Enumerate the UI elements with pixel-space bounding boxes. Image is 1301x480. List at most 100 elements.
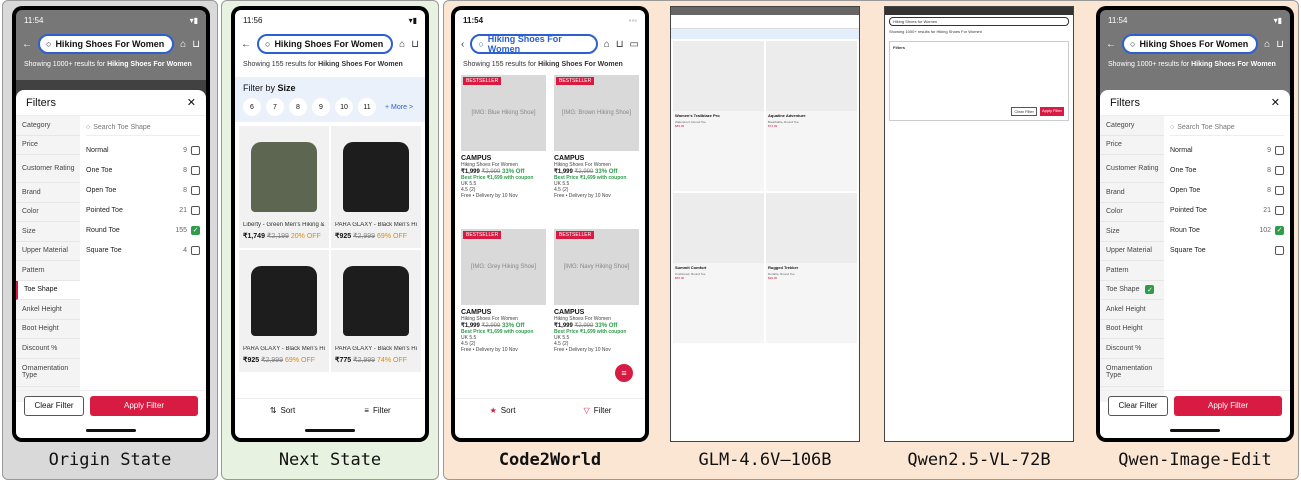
- cart-icon[interactable]: ⊔: [616, 39, 624, 50]
- glm-card[interactable]: Rugged Trekker Durable, Round Toe $99.00: [766, 193, 857, 343]
- option-row[interactable]: Pointed Toe 21: [86, 200, 200, 220]
- option-row[interactable]: Roun Toe 102 ✓: [1170, 220, 1284, 240]
- size-chip[interactable]: 7: [266, 98, 284, 116]
- size-chip[interactable]: 9: [312, 98, 330, 116]
- category-item[interactable]: Color: [16, 203, 80, 222]
- category-item-active[interactable]: Toe Shape: [16, 280, 80, 300]
- size-chip[interactable]: 6: [243, 98, 261, 116]
- product-card[interactable]: BESTSELLER [IMG: Navy Hiking Shoe] CAMPUS…: [552, 229, 641, 379]
- category-item[interactable]: Customer Rating: [1100, 155, 1164, 183]
- sort-button[interactable]: ★ Sort: [455, 399, 550, 422]
- back-icon[interactable]: ←: [241, 39, 251, 50]
- category-item[interactable]: Customer Rating: [16, 155, 80, 183]
- category-item[interactable]: Toe Shape ✓: [1100, 281, 1164, 300]
- qvl-search-input[interactable]: Hiking Shoes for Women: [889, 17, 1069, 26]
- product-card[interactable]: PARA GLAXY - Black Men's Hiking... ₹775 ₹…: [331, 250, 421, 372]
- glm-card[interactable]: Summit Comfort Cushioned, Round Toe $65.00: [673, 193, 764, 343]
- category-item[interactable]: Ankel Height: [16, 300, 80, 320]
- checkbox[interactable]: [1275, 165, 1284, 175]
- category-item[interactable]: Discount %: [1100, 339, 1164, 359]
- category-item[interactable]: Pattern: [16, 261, 80, 281]
- apply-filter-button[interactable]: Apply Filter: [1174, 395, 1282, 416]
- checkbox[interactable]: [191, 185, 200, 195]
- qvl-apply-button[interactable]: Apply Filter: [1039, 107, 1064, 116]
- checkbox[interactable]: [1275, 185, 1284, 195]
- more-sizes-link[interactable]: + More >: [385, 104, 413, 111]
- option-row[interactable]: Normal 9: [86, 140, 200, 160]
- checkbox-checked[interactable]: ✓: [191, 225, 200, 235]
- toe-search-input[interactable]: ○ Search Toe Shape: [1170, 120, 1284, 136]
- product-card[interactable]: PARA GLAXY - Black Men's Hi... ₹925 ₹2,99…: [331, 126, 421, 248]
- checkbox[interactable]: [191, 245, 200, 255]
- back-icon[interactable]: ‹: [461, 39, 464, 50]
- chat-icon[interactable]: ▭: [630, 39, 639, 50]
- category-item[interactable]: Upper Material: [1100, 242, 1164, 261]
- category-item[interactable]: Price: [1100, 136, 1164, 155]
- search-input[interactable]: ○ Hiking Shoes For Women: [1122, 34, 1259, 54]
- checkbox[interactable]: [191, 165, 200, 175]
- glm-card[interactable]: Women's Trailblaze Pro Waterproof, Round …: [673, 41, 764, 191]
- category-item[interactable]: Ornamentation Type: [16, 359, 80, 387]
- product-card[interactable]: Liberty - Green Men's Hiking & Tr... ₹1,7…: [239, 126, 329, 248]
- option-row[interactable]: Normal 9: [1170, 140, 1284, 160]
- clear-filter-button[interactable]: Clear Filter: [24, 395, 84, 416]
- product-card[interactable]: PARA GLAXY - Black Men's Hiking... ₹925 ₹…: [239, 250, 329, 372]
- category-item[interactable]: Ankel Height: [1100, 300, 1164, 320]
- size-chip[interactable]: 10: [335, 98, 353, 116]
- home-icon[interactable]: ⌂: [399, 39, 405, 50]
- checkbox[interactable]: [191, 145, 200, 155]
- category-item[interactable]: Ornamentation Type: [1100, 359, 1164, 387]
- checkbox-checked[interactable]: ✓: [1275, 225, 1284, 235]
- home-icon[interactable]: ⌂: [1264, 39, 1270, 50]
- option-row[interactable]: One Toe 8: [86, 160, 200, 180]
- back-icon[interactable]: ←: [22, 39, 32, 50]
- category-item[interactable]: Size: [1100, 222, 1164, 242]
- checkbox[interactable]: [1275, 145, 1284, 155]
- clear-filter-button[interactable]: Clear Filter: [1108, 395, 1168, 416]
- toe-search-input[interactable]: ○ Search Toe Shape: [86, 120, 200, 136]
- option-row[interactable]: One Toe 8: [1170, 160, 1284, 180]
- checkbox[interactable]: [1275, 205, 1284, 215]
- filter-button[interactable]: ▽ Filter: [550, 399, 645, 422]
- category-item[interactable]: Upper Material: [16, 242, 80, 261]
- category-item[interactable]: Brand: [1100, 183, 1164, 203]
- close-icon[interactable]: ✕: [187, 96, 196, 109]
- product-card[interactable]: BESTSELLER [IMG: Blue Hiking Shoe] CAMPUS…: [459, 75, 548, 225]
- home-icon[interactable]: ⌂: [180, 39, 186, 50]
- size-chip[interactable]: 8: [289, 98, 307, 116]
- category-item[interactable]: Pattern: [1100, 261, 1164, 281]
- category-item[interactable]: Color: [1100, 203, 1164, 222]
- category-item[interactable]: Price: [16, 136, 80, 155]
- cart-icon[interactable]: ⊔: [1276, 39, 1284, 50]
- search-input[interactable]: ○ Hiking Shoes For Women: [257, 34, 394, 54]
- close-icon[interactable]: ✕: [1271, 96, 1280, 109]
- category-item[interactable]: Size: [16, 222, 80, 242]
- glm-card[interactable]: Aqualine Adventure Breathable, Round Toe $…: [766, 41, 857, 191]
- search-input[interactable]: ○ Hiking Shoes For Women: [38, 34, 175, 54]
- category-item[interactable]: Category: [16, 116, 80, 136]
- cart-icon[interactable]: ⊔: [192, 39, 200, 50]
- checkbox[interactable]: [191, 205, 200, 215]
- option-row[interactable]: Pointed Toe 21: [1170, 200, 1284, 220]
- option-row[interactable]: Square Toe: [1170, 240, 1284, 260]
- product-card[interactable]: BESTSELLER [IMG: Grey Hiking Shoe] CAMPUS…: [459, 229, 548, 379]
- category-item[interactable]: Brand: [16, 183, 80, 203]
- size-chip[interactable]: 11: [358, 98, 376, 116]
- option-row[interactable]: Square Toe 4: [86, 240, 200, 260]
- product-card[interactable]: BESTSELLER [IMG: Brown Hiking Shoe] CAMPU…: [552, 75, 641, 225]
- qvl-clear-button[interactable]: Clear Filter: [1011, 107, 1037, 116]
- category-item[interactable]: Boot Height: [1100, 320, 1164, 339]
- filter-button[interactable]: ≡ Filter: [330, 399, 425, 422]
- back-icon[interactable]: ←: [1106, 39, 1116, 50]
- cart-icon[interactable]: ⊔: [411, 39, 419, 50]
- apply-filter-button[interactable]: Apply Filter: [90, 395, 198, 416]
- category-item[interactable]: Discount %: [16, 339, 80, 359]
- sort-button[interactable]: ⇅ Sort: [235, 399, 330, 422]
- search-input[interactable]: ○ Hiking Shoes For Women: [470, 34, 598, 54]
- home-icon[interactable]: ⌂: [604, 39, 610, 50]
- category-item[interactable]: Category: [1100, 116, 1164, 136]
- option-row[interactable]: Open Toe 8: [86, 180, 200, 200]
- filter-fab-icon[interactable]: ≡: [615, 364, 633, 382]
- checkbox[interactable]: [1275, 245, 1284, 255]
- category-item[interactable]: Boot Height: [16, 320, 80, 339]
